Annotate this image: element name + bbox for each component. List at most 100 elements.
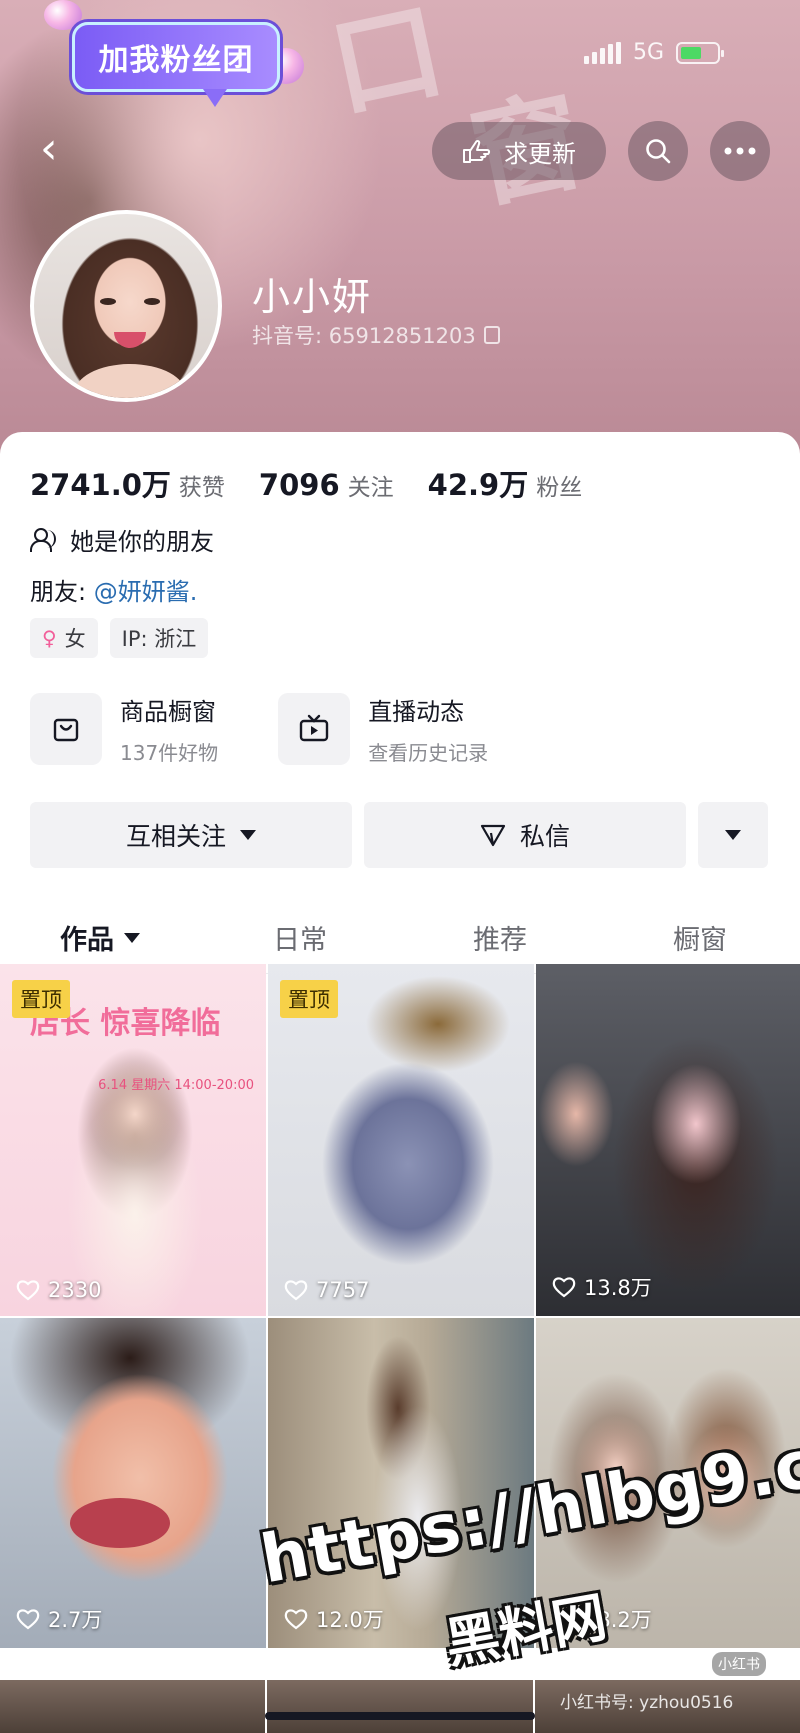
thumbnail-detail bbox=[70, 1498, 170, 1548]
friends-row: 朋友: @妍妍酱. bbox=[30, 572, 197, 607]
shop-window-entry[interactable]: 商品橱窗 137件好物 bbox=[30, 692, 218, 766]
xiaohongshu-badge: 小红书 bbox=[712, 1652, 766, 1676]
more-actions-dropdown[interactable] bbox=[698, 802, 768, 868]
video-likes: 13.8万 bbox=[552, 1272, 652, 1302]
douyin-id-text: 抖音号: 65912851203 bbox=[252, 324, 476, 348]
caret-down-icon bbox=[240, 830, 256, 840]
stat-value: 7096 bbox=[258, 468, 340, 502]
female-icon: ♀ bbox=[42, 626, 57, 650]
heart-icon bbox=[552, 1277, 576, 1298]
search-icon bbox=[646, 139, 671, 164]
video-likes: 12.0万 bbox=[284, 1604, 384, 1634]
shop-window-subtitle: 137件好物 bbox=[120, 741, 219, 765]
stat-label: 获赞 bbox=[178, 475, 225, 501]
more-options-button[interactable] bbox=[710, 121, 770, 181]
video-thumbnail[interactable] bbox=[0, 1680, 266, 1733]
caret-down-icon bbox=[124, 932, 140, 943]
battery-icon bbox=[676, 41, 724, 64]
stat-following[interactable]: 7096 关注 bbox=[259, 468, 394, 502]
video-likes: 7757 bbox=[284, 1278, 369, 1302]
video-thumbnail[interactable]: 13.8万 bbox=[536, 964, 800, 1316]
stat-likes[interactable]: 2741.0万 获赞 bbox=[30, 462, 225, 504]
pointing-hand-icon bbox=[463, 139, 491, 163]
likes-count: 2.7万 bbox=[48, 1608, 103, 1632]
live-history-title: 直播动态 bbox=[368, 698, 465, 726]
douyin-id[interactable]: 抖音号: 65912851203 bbox=[252, 320, 500, 350]
request-update-label: 求更新 bbox=[504, 139, 576, 168]
tab-daily[interactable]: 日常 bbox=[200, 902, 400, 973]
likes-count: 12.0万 bbox=[316, 1608, 384, 1632]
network-type: 5G bbox=[632, 40, 664, 65]
avatar-eye bbox=[144, 298, 160, 305]
likes-count: 2330 bbox=[48, 1278, 102, 1302]
tab-works[interactable]: 作品 bbox=[0, 902, 200, 974]
video-likes: 2330 bbox=[16, 1278, 101, 1302]
caret-down-icon bbox=[725, 830, 741, 840]
shop-window-title: 商品橱窗 bbox=[120, 698, 216, 726]
pinned-badge: 置顶 bbox=[12, 980, 70, 1018]
profile-cover: 口 窗 加我粉丝团 5G ‹ 求更新 小小妍 抖音号: 659128 bbox=[0, 0, 800, 470]
message-button[interactable]: 私信 bbox=[364, 802, 686, 868]
more-dots-icon bbox=[724, 147, 756, 155]
send-icon bbox=[480, 824, 506, 847]
avatar-shoulders bbox=[74, 364, 186, 398]
gender-tag: ♀ 女 bbox=[30, 618, 98, 658]
likes-count: 13.8万 bbox=[584, 1276, 652, 1300]
ip-location-text: IP: 浙江 bbox=[121, 627, 197, 651]
message-label: 私信 bbox=[519, 822, 570, 851]
copy-icon[interactable] bbox=[483, 326, 500, 344]
relationship-line: 她是你的朋友 bbox=[30, 522, 214, 557]
heart-icon bbox=[16, 1609, 40, 1630]
video-event-time: 6.14 星期六 14:00-20:00 bbox=[98, 1078, 254, 1093]
tab-shop-window[interactable]: 橱窗 bbox=[600, 902, 800, 973]
search-button[interactable] bbox=[628, 121, 688, 181]
tab-label: 推荐 bbox=[473, 925, 527, 956]
back-button[interactable]: ‹ bbox=[40, 124, 80, 174]
heart-icon bbox=[16, 1280, 40, 1301]
stat-value: 42.9万 bbox=[427, 468, 529, 502]
nickname: 小小妍 bbox=[252, 275, 373, 319]
stat-value: 2741.0万 bbox=[30, 468, 171, 502]
live-history-subtitle: 查看历史记录 bbox=[368, 741, 489, 765]
video-likes: 2.7万 bbox=[16, 1604, 102, 1634]
shopping-bag-icon bbox=[30, 693, 102, 765]
likes-count: 7757 bbox=[316, 1278, 370, 1302]
tab-label: 日常 bbox=[273, 925, 327, 956]
stat-label: 关注 bbox=[347, 475, 394, 501]
friends-label: 朋友: bbox=[30, 578, 87, 606]
home-indicator[interactable] bbox=[265, 1712, 535, 1720]
avatar[interactable] bbox=[30, 210, 222, 402]
video-thumbnail[interactable]: 置顶 7757 bbox=[268, 964, 534, 1316]
status-bar: 5G bbox=[583, 40, 724, 65]
live-history-entry[interactable]: 直播动态 查看历史记录 bbox=[278, 692, 488, 766]
tab-label: 作品 bbox=[60, 925, 114, 956]
heart-icon bbox=[284, 1609, 308, 1630]
signal-icon bbox=[583, 41, 621, 64]
avatar-eye bbox=[100, 298, 116, 305]
video-thumbnail[interactable] bbox=[267, 1680, 533, 1733]
action-buttons: 互相关注 私信 bbox=[30, 802, 768, 868]
fan-club-badge[interactable]: 加我粉丝团 bbox=[72, 22, 280, 107]
friend-mention-link[interactable]: @妍妍酱. bbox=[94, 578, 198, 606]
ip-location-tag: IP: 浙江 bbox=[109, 618, 209, 658]
mutual-follow-button[interactable]: 互相关注 bbox=[30, 802, 352, 868]
tab-recommend[interactable]: 推荐 bbox=[400, 902, 600, 973]
service-entries: 商品橱窗 137件好物 直播动态 查看历史记录 bbox=[30, 692, 488, 766]
gender-text: 女 bbox=[64, 627, 86, 651]
request-update-button[interactable]: 求更新 bbox=[432, 122, 606, 180]
video-thumbnail[interactable]: 2.7万 bbox=[0, 1318, 266, 1648]
mutual-follow-label: 互相关注 bbox=[125, 822, 226, 851]
avatar-mouth bbox=[114, 332, 146, 348]
stat-label: 粉丝 bbox=[536, 475, 583, 501]
friends-icon bbox=[30, 527, 60, 552]
pinned-badge: 置顶 bbox=[280, 980, 338, 1018]
tab-label: 橱窗 bbox=[673, 925, 727, 956]
profile-stats: 2741.0万 获赞 7096 关注 42.9万 粉丝 bbox=[30, 462, 582, 504]
profile-tags: ♀ 女 IP: 浙江 bbox=[30, 618, 209, 658]
stat-followers[interactable]: 42.9万 粉丝 bbox=[428, 462, 583, 504]
heart-icon bbox=[284, 1280, 308, 1301]
video-thumbnail[interactable]: 店长 惊喜降临 6.14 星期六 14:00-20:00 置顶 2330 bbox=[0, 964, 266, 1316]
xiaohongshu-id: 小红书号: yzhou0516 bbox=[560, 1693, 734, 1713]
cover-decoration: 口 bbox=[319, 0, 455, 134]
relationship-text: 她是你的朋友 bbox=[70, 528, 214, 556]
